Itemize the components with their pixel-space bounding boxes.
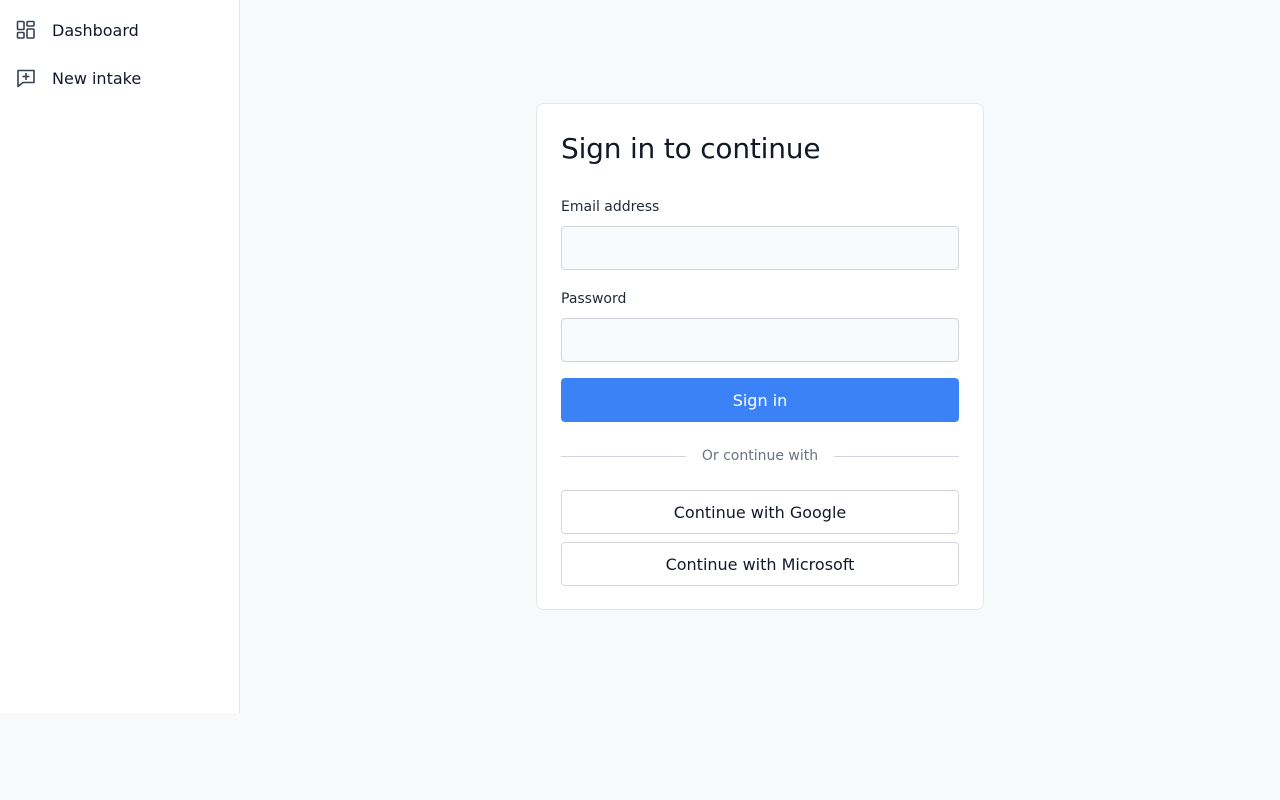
password-field[interactable] [561,318,959,362]
sign-in-card: Sign in to continue Email address Passwo… [536,103,984,610]
or-divider: Or continue with [561,446,960,466]
continue-with-google-button[interactable]: Continue with Google [561,490,959,534]
divider-line [834,455,960,457]
password-label: Password [561,291,627,307]
email-field[interactable] [561,226,959,270]
email-label: Email address [561,199,660,215]
continue-with-microsoft-button[interactable]: Continue with Microsoft [561,542,959,586]
sidebar-item-label: New intake [52,68,142,88]
page-title: Sign in to continue [561,132,821,165]
sign-in-button[interactable]: Sign in [561,378,959,422]
divider-line [561,455,686,457]
sidebar: Dashboard New intake [0,0,240,713]
sidebar-item-new-intake[interactable]: New intake [16,64,141,92]
divider-text: Or continue with [701,448,819,464]
sidebar-item-dashboard[interactable]: Dashboard [16,16,139,44]
sidebar-item-label: Dashboard [52,20,139,40]
dashboard-icon [16,20,36,40]
message-plus-icon [16,68,36,88]
